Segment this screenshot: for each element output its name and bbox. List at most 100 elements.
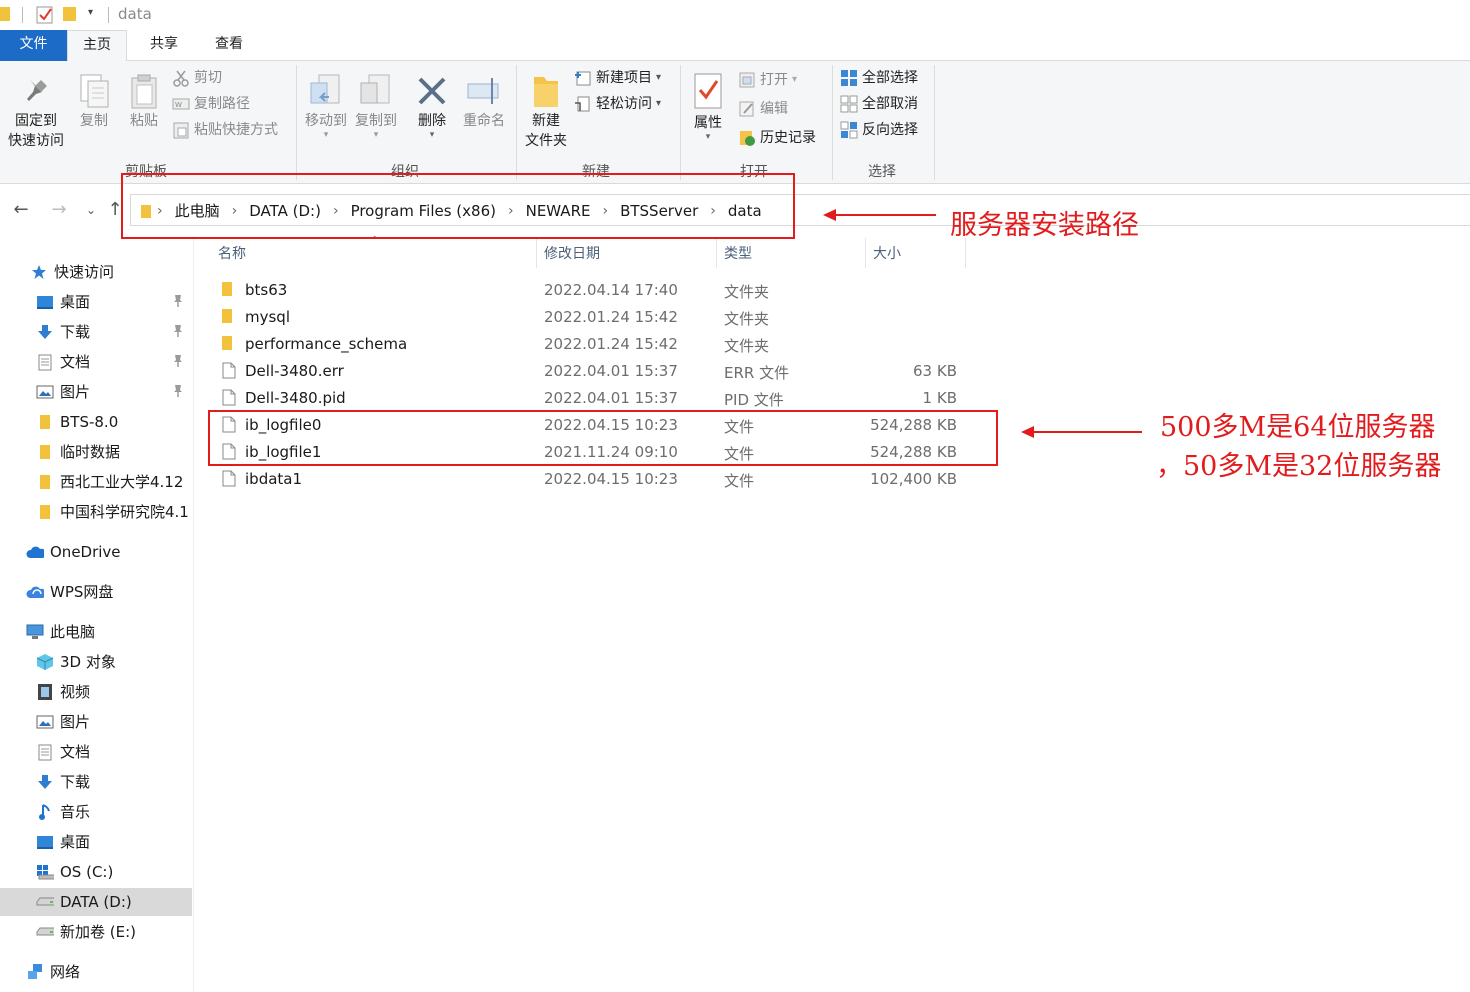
pin-to-quick-access-button[interactable]: 固定到 快速访问 [4,71,68,151]
sidebar-item[interactable]: 图片 [36,708,192,736]
file-row[interactable]: bts63 2022.04.14 17:40 文件夹 [210,277,970,304]
sidebar-item[interactable]: 文档 [36,738,192,766]
rename-button[interactable]: 重命名 [458,71,510,131]
copy-to-button[interactable]: 复制到 ▾ [352,71,400,140]
invert-selection-label: 反向选择 [862,122,918,138]
tab-share[interactable]: 共享 [134,30,194,61]
file-row[interactable]: performance_schema 2022.01.24 15:42 文件夹 [210,331,970,358]
new-folder-quick-icon[interactable] [62,6,78,22]
file-row[interactable]: ibdata1 2022.04.15 10:23 文件 102,400 KB [210,466,970,493]
move-to-label: 移动到 [305,113,347,129]
sidebar-item[interactable]: 图片 [36,378,192,406]
copy-path-button[interactable]: W 复制路径 [172,93,278,115]
drive-icon [36,923,54,941]
copy-button[interactable]: 复制 [72,71,116,131]
open-small-buttons: 打开 ▾ 编辑 历史记录 [738,69,816,149]
pin-icon[interactable] [172,384,184,398]
group-divider [680,65,681,180]
properties-quick-icon[interactable] [36,6,54,24]
chevron-down-icon: ▾ [656,72,662,83]
3d-objects-icon [36,653,54,671]
folder-icon [0,6,10,22]
easy-access-button[interactable]: 轻松访问 ▾ [574,93,661,115]
pane-divider[interactable] [193,236,194,992]
new-folder-button[interactable]: 新建 文件夹 [520,71,572,151]
column-header-size[interactable]: 大小 [873,242,901,266]
column-divider[interactable] [716,238,717,268]
forward-arrow-icon[interactable]: → [48,199,70,220]
column-divider[interactable] [965,238,966,268]
column-divider[interactable] [865,238,866,268]
sidebar-item[interactable]: 桌面 [36,828,192,856]
copy-path-icon: W [172,97,190,111]
back-arrow-icon[interactable]: ← [10,199,32,220]
open-button[interactable]: 打开 ▾ [738,69,816,91]
sidebar-item[interactable]: 桌面 [36,288,192,316]
sidebar-item[interactable]: OS (C:) [36,858,192,886]
history-label: 历史记录 [760,130,816,146]
sidebar-item[interactable]: 下载 [36,768,192,796]
pin-icon[interactable] [172,294,184,308]
tab-view[interactable]: 查看 [199,30,259,61]
sidebar-item[interactable]: 西北工业大学4.12 [36,468,192,496]
tab-home[interactable]: 主页 [67,30,127,62]
download-icon [36,323,54,341]
delete-button[interactable]: 删除 ▾ [410,71,454,140]
sidebar-item[interactable]: 网络 [26,958,192,986]
sidebar-item-label: 音乐 [60,803,91,821]
edit-button[interactable]: 编辑 [738,98,816,120]
os-drive-icon [36,863,54,881]
file-row[interactable]: Dell-3480.pid 2022.04.01 15:37 PID 文件 1 KB [210,385,970,412]
file-icon [222,470,236,487]
sidebar-item[interactable]: 此电脑 [26,618,192,646]
sidebar-item[interactable]: 文档 [36,348,192,376]
pin-icon[interactable] [172,324,184,338]
file-modified: 2022.04.01 15:37 [544,362,678,380]
scissors-icon [172,69,190,87]
sidebar-item[interactable]: DATA (D:) [0,888,192,916]
sidebar-item[interactable]: 3D 对象 [36,648,192,676]
select-all-button[interactable]: 全部选择 [840,67,918,89]
sidebar-item-label: 临时数据 [60,443,121,461]
sidebar-item[interactable]: BTS-8.0 [36,408,192,436]
folder-icon [36,473,54,491]
customize-toolbar-icon[interactable]: ▾ [88,7,93,18]
column-header-name[interactable]: 名称 [218,242,246,266]
sidebar-item[interactable]: 中国科学研究院4.1 [36,498,192,526]
sidebar-item-label: 中国科学研究院4.1 [60,503,189,521]
column-divider[interactable] [536,238,537,268]
cut-button[interactable]: 剪切 [172,67,278,89]
properties-button[interactable]: 属性 ▾ [686,69,730,142]
sidebar-item-label: 新加卷 (E:) [60,923,137,941]
paste-button[interactable]: 粘贴 [122,71,166,131]
sidebar-item[interactable]: OneDrive [26,538,192,566]
sidebar-item-label: 桌面 [60,833,91,851]
new-item-icon [574,69,592,87]
sidebar-item[interactable]: 新加卷 (E:) [36,918,192,946]
select-none-button[interactable]: 全部取消 [840,93,918,115]
file-row[interactable]: mysql 2022.01.24 15:42 文件夹 [210,304,970,331]
paste-shortcut-button[interactable]: 粘贴快捷方式 [172,119,278,141]
sidebar-item[interactable]: 快速访问 [30,258,192,286]
clipboard-small-buttons: 剪切 W 复制路径 粘贴快捷方式 [172,67,278,141]
folder-icon [36,413,54,431]
file-row[interactable]: Dell-3480.err 2022.04.01 15:37 ERR 文件 63 KB [210,358,970,385]
move-to-button[interactable]: 移动到 ▾ [302,71,350,140]
pin-icon[interactable] [172,354,184,368]
group-divider [832,65,833,180]
sidebar-item[interactable]: 下载 [36,318,192,346]
column-header-modified[interactable]: 修改日期 [544,242,600,266]
new-item-button[interactable]: 新建项目 ▾ [574,67,661,89]
sidebar-item[interactable]: WPS网盘 [26,578,192,606]
invert-selection-button[interactable]: 反向选择 [840,119,918,141]
history-button[interactable]: 历史记录 [738,127,816,149]
recent-locations-chevron-icon[interactable]: ⌄ [80,203,102,217]
sidebar-item[interactable]: 音乐 [36,798,192,826]
column-header-type[interactable]: 类型 [724,242,752,266]
paste-icon [122,71,166,111]
tab-file[interactable]: 文件 [0,30,67,61]
sidebar-item[interactable]: 临时数据 [36,438,192,466]
file-modified: 2022.01.24 15:42 [544,335,678,353]
sidebar-item-label: 桌面 [60,293,91,311]
sidebar-item[interactable]: 视频 [36,678,192,706]
